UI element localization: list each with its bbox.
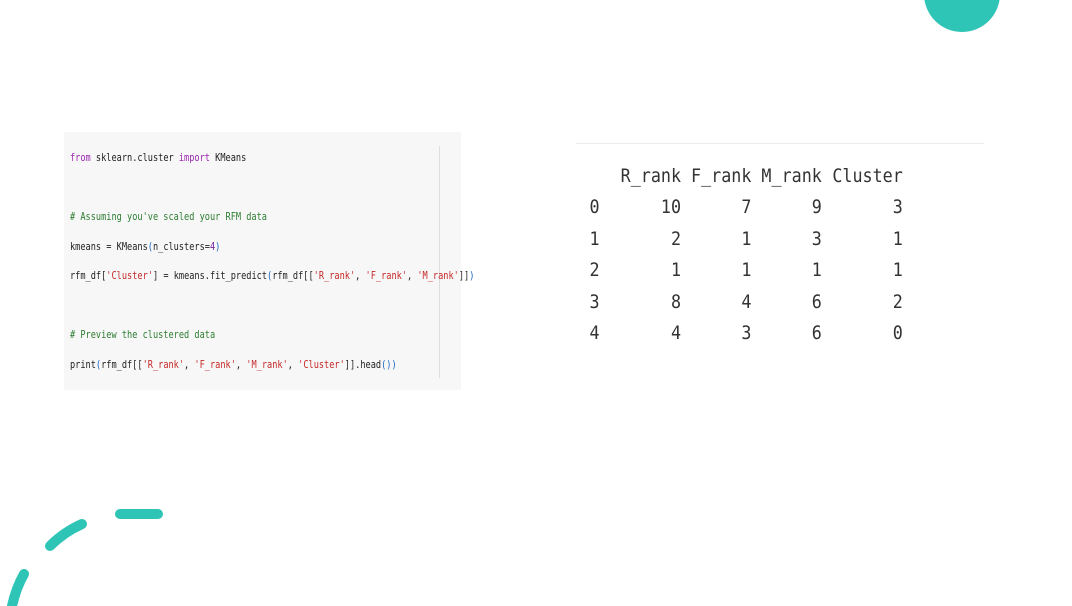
row-index: 1 — [589, 227, 600, 250]
cell-f-rank: 4 — [741, 290, 752, 313]
cell-f-rank: 7 — [741, 196, 752, 219]
decorative-dashed-arc — [7, 509, 163, 606]
cell-m-rank: 6 — [811, 322, 822, 345]
cell-m-rank: 1 — [811, 259, 822, 282]
column-header-r-rank: R_rank — [620, 164, 682, 187]
row-index: 4 — [589, 322, 600, 345]
column-header-cluster: Cluster — [832, 164, 903, 187]
cell-cluster: 1 — [892, 259, 903, 282]
table-row: 1 2 1 3 1 — [586, 223, 903, 255]
code-line-1: from sklearn.cluster import KMeans — [70, 152, 247, 164]
code-cell[interactable]: from sklearn.cluster import KMeans # Ass… — [64, 132, 474, 390]
cell-r-rank: 8 — [670, 290, 682, 313]
cell-cluster: 0 — [892, 322, 903, 345]
table-row: 2 1 1 1 1 — [586, 255, 903, 287]
output-table: R_rank F_rank M_rank Cluster 0 10 7 9 3 … — [586, 160, 903, 349]
code-line-5: # Preview the clustered data — [70, 329, 216, 341]
cell-f-rank: 1 — [741, 259, 752, 282]
column-header-index — [586, 160, 616, 192]
cell-m-rank: 3 — [811, 227, 822, 250]
output-cell: R_rank F_rank M_rank Cluster 0 10 7 9 3 … — [576, 143, 984, 354]
cell-m-rank: 6 — [811, 290, 822, 313]
row-index: 3 — [589, 290, 600, 313]
code-line-2: # Assuming you've scaled your RFM data — [70, 211, 267, 223]
table-row: 3 8 4 6 2 — [586, 286, 903, 318]
cell-cluster: 3 — [892, 196, 903, 219]
column-header-f-rank: F_rank — [691, 164, 752, 187]
column-header-m-rank: M_rank — [761, 164, 822, 187]
code-line-4: rfm_df['Cluster'] = kmeans.fit_predict(r… — [70, 270, 475, 282]
cell-r-rank: 4 — [670, 322, 682, 345]
decorative-circle — [924, 0, 1000, 32]
table-row: 4 4 3 6 0 — [586, 318, 903, 350]
cell-r-rank: 2 — [670, 227, 682, 250]
code-line-3: kmeans = KMeans(n_clusters=4) — [70, 240, 221, 253]
cell-cluster: 1 — [892, 227, 903, 250]
cell-cluster: 2 — [892, 290, 903, 313]
cell-r-rank: 1 — [670, 259, 682, 282]
row-index: 2 — [589, 259, 600, 282]
cell-f-rank: 3 — [741, 322, 752, 345]
row-index: 0 — [589, 196, 600, 219]
cell-f-rank: 1 — [741, 227, 752, 250]
code-text: from sklearn.cluster import KMeans # Ass… — [70, 144, 474, 380]
cell-r-rank: 10 — [660, 196, 682, 219]
cell-m-rank: 9 — [811, 196, 822, 219]
code-line-6: print(rfm_df[['R_rank', 'F_rank', 'M_ran… — [70, 358, 397, 371]
table-header-row: R_rank F_rank M_rank Cluster — [586, 160, 903, 192]
table-row: 0 10 7 9 3 — [586, 192, 903, 224]
